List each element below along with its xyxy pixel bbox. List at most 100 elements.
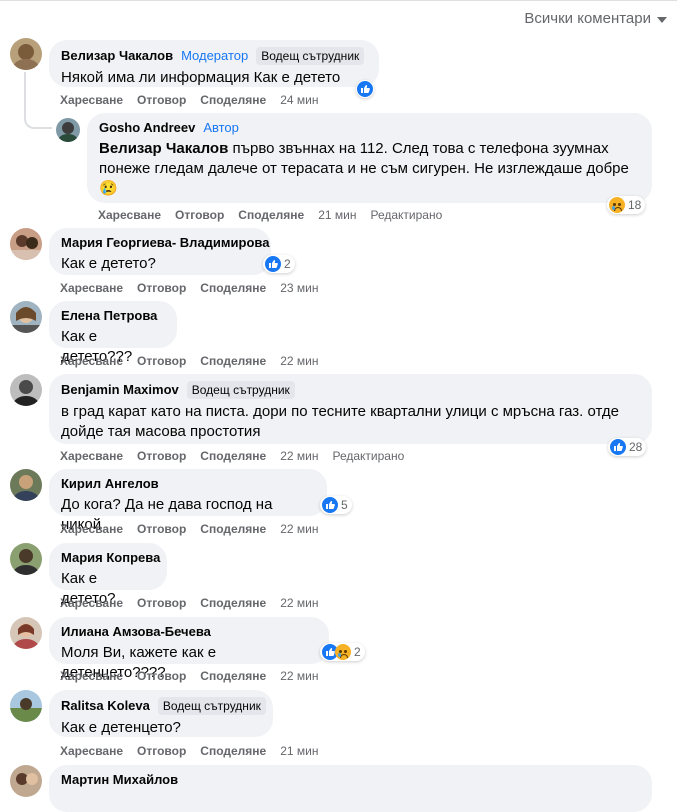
like-button[interactable]: Харесване <box>60 596 123 610</box>
thread-connector <box>24 105 52 129</box>
avatar[interactable] <box>10 690 42 722</box>
comment-author[interactable]: Кирил Ангелов <box>61 476 159 492</box>
like-button[interactable]: Харесване <box>60 281 123 295</box>
like-button[interactable]: Харесване <box>60 744 123 758</box>
role-label: Модератор <box>181 48 249 63</box>
role-label: Автор <box>203 120 239 135</box>
avatar[interactable] <box>10 301 42 333</box>
comment-time[interactable]: 22 мин <box>280 669 318 683</box>
reaction-count[interactable]: 5 <box>320 496 352 514</box>
share-button[interactable]: Споделяне <box>200 669 266 683</box>
reply-button[interactable]: Отговор <box>175 208 224 222</box>
like-reaction-icon <box>610 439 626 455</box>
reply-button[interactable]: Отговор <box>137 93 186 107</box>
comment-bubble: Мартин Михайлов <box>49 765 652 812</box>
reaction-count[interactable]: 18 <box>607 196 646 214</box>
comment-text: Велизар Чакалов първо звъннах на 112. Сл… <box>99 139 640 199</box>
comment-actions: Харесване Отговор Споделяне 23 мин <box>60 281 318 295</box>
reply-button[interactable]: Отговор <box>137 281 186 295</box>
filter-label: Всички коментари <box>524 10 651 27</box>
like-button[interactable]: Харесване <box>60 93 123 107</box>
share-button[interactable]: Споделяне <box>200 93 266 107</box>
reply-button[interactable]: Отговор <box>137 522 186 536</box>
share-button[interactable]: Споделяне <box>200 744 266 758</box>
avatar[interactable] <box>10 374 42 406</box>
comment-bubble: Мария Копрева Как е детето? <box>49 543 167 607</box>
comment-author[interactable]: Мартин Михайлов <box>61 772 178 788</box>
share-button[interactable]: Споделяне <box>200 449 266 463</box>
comment-author[interactable]: Велизар Чакалов <box>61 48 173 64</box>
comment-bubble: Ralitsa Koleva Водещ сътрудник Как е дет… <box>49 690 273 737</box>
share-button[interactable]: Споделяне <box>200 522 266 536</box>
edited-label[interactable]: Редактирано <box>332 449 404 463</box>
avatar[interactable] <box>56 118 80 142</box>
like-button[interactable]: Харесване <box>60 522 123 536</box>
comment-time[interactable]: 22 мин <box>280 596 318 610</box>
comment-time[interactable]: 21 мин <box>318 208 356 222</box>
comment-author[interactable]: Мария Георгиева- Владимирова <box>61 235 269 251</box>
share-button[interactable]: Споделяне <box>200 354 266 368</box>
comment-author[interactable]: Ralitsa Koleva <box>61 698 150 714</box>
like-button[interactable]: Харесване <box>60 354 123 368</box>
comment-actions: Харесване Отговор Споделяне 22 мин Редак… <box>60 449 404 463</box>
comment-time[interactable]: 24 мин <box>280 93 318 107</box>
like-button[interactable]: Харесване <box>60 669 123 683</box>
chevron-down-icon <box>657 16 667 23</box>
comment-author[interactable]: Мария Копрева <box>61 550 160 566</box>
reaction-count[interactable]: 28 <box>608 438 647 456</box>
avatar[interactable] <box>10 469 42 501</box>
comment-time[interactable]: 22 мин <box>280 354 318 368</box>
reaction-number: 5 <box>341 498 348 512</box>
reply-button[interactable]: Отговор <box>137 449 186 463</box>
reply-button[interactable]: Отговор <box>137 744 186 758</box>
avatar[interactable] <box>10 765 42 797</box>
reaction-number: 2 <box>284 257 291 271</box>
comment-bubble: Елена Петрова Как е детето??? <box>49 301 177 365</box>
comment-bubble: Илиана Амзова-Бечева Моля Ви, кажете как… <box>49 617 329 681</box>
comment-time[interactable]: 21 мин <box>280 744 318 758</box>
comment-time[interactable]: 23 мин <box>280 281 318 295</box>
avatar[interactable] <box>10 617 42 649</box>
like-reaction-icon <box>265 256 281 272</box>
comment-time[interactable]: 22 мин <box>280 449 318 463</box>
reaction-count[interactable]: 2 <box>320 643 365 661</box>
reaction-count[interactable] <box>356 80 374 98</box>
reaction-number: 18 <box>628 198 642 212</box>
comment-author[interactable]: Benjamin Maximov <box>61 382 179 398</box>
reaction-number: 2 <box>354 645 361 659</box>
comment-author[interactable]: Gosho Andreev <box>99 120 195 136</box>
reaction-count[interactable]: 2 <box>263 255 295 273</box>
comment-author[interactable]: Илиана Амзова-Бечева <box>61 624 211 640</box>
reaction-number: 28 <box>629 440 643 454</box>
comment-bubble: Велизар Чакалов Модератор Водещ сътрудни… <box>49 40 379 87</box>
mention-link[interactable]: Велизар Чакалов <box>99 140 228 157</box>
share-button[interactable]: Споделяне <box>238 208 304 222</box>
share-button[interactable]: Споделяне <box>200 596 266 610</box>
comment-time[interactable]: 22 мин <box>280 522 318 536</box>
avatar[interactable] <box>10 228 42 260</box>
reply-button[interactable]: Отговор <box>137 596 186 610</box>
contributor-badge: Водещ сътрудник <box>157 697 266 715</box>
like-reaction-icon <box>322 497 338 513</box>
comment-actions: Харесване Отговор Споделяне 24 мин <box>60 93 318 107</box>
comment-filter-dropdown[interactable]: Всички коментари <box>524 10 667 27</box>
comment-text: в град карат като на писта. дори по тесн… <box>61 403 619 440</box>
comment-author[interactable]: Елена Петрова <box>61 308 157 324</box>
contributor-badge: Водещ сътрудник <box>256 47 365 65</box>
comment-text: Как е детенцето? <box>61 719 181 736</box>
edited-label[interactable]: Редактирано <box>370 208 442 222</box>
comment-bubble: Gosho Andreev Автор Велизар Чакалов първ… <box>87 113 652 203</box>
like-button[interactable]: Харесване <box>60 449 123 463</box>
comment-actions: Харесване Отговор Споделяне 21 мин <box>60 744 318 758</box>
comment-actions: Харесване Отговор Споделяне 22 мин <box>60 596 318 610</box>
avatar[interactable] <box>10 543 42 575</box>
sad-reaction-icon <box>609 197 625 213</box>
avatar[interactable] <box>10 38 42 70</box>
like-button[interactable]: Харесване <box>98 208 161 222</box>
comment-bubble: Benjamin Maximov Водещ сътрудник в град … <box>49 374 652 444</box>
reply-button[interactable]: Отговор <box>137 354 186 368</box>
reply-button[interactable]: Отговор <box>137 669 186 683</box>
comment-actions: Харесване Отговор Споделяне 21 мин Редак… <box>98 208 442 222</box>
share-button[interactable]: Споделяне <box>200 281 266 295</box>
comment-bubble: Мария Георгиева- Владимирова Как е детет… <box>49 228 271 275</box>
